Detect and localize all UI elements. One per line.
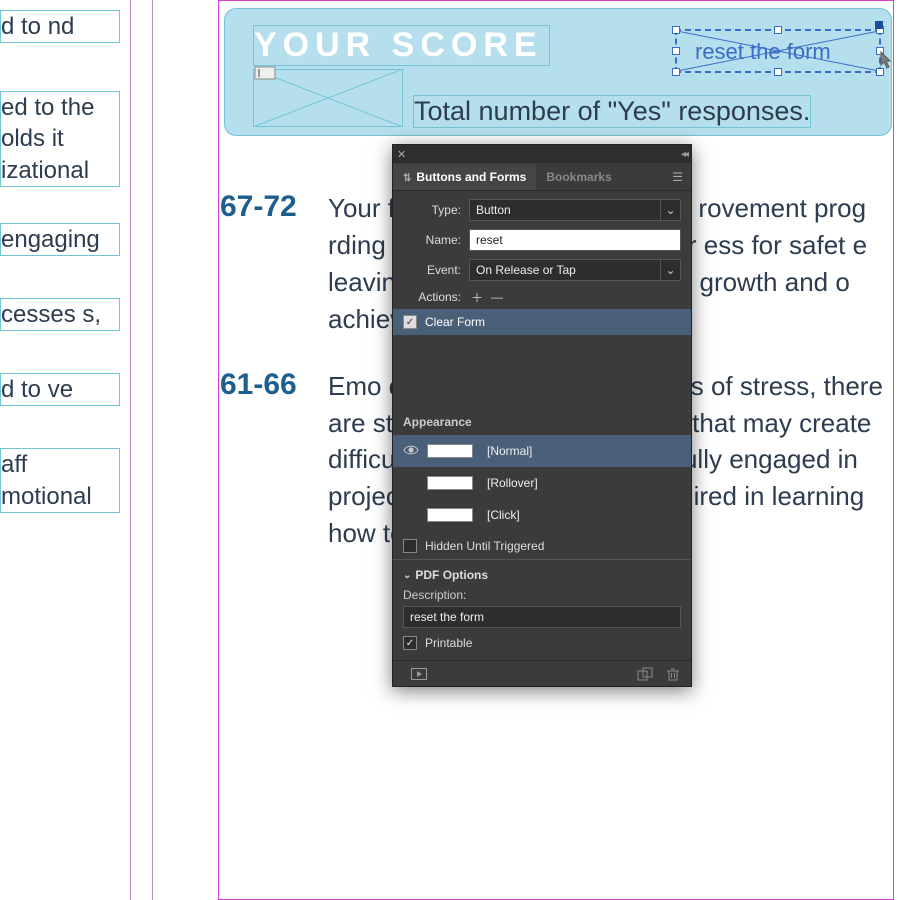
chevron-up-down-icon: ⇅: [403, 173, 411, 184]
add-action-button[interactable]: ＋: [469, 289, 485, 305]
score-range: 61-66: [220, 368, 328, 553]
actions-list[interactable]: ✓ Clear Form: [393, 309, 691, 405]
left-para: cesses s,: [0, 298, 120, 331]
event-value: On Release or Tap: [476, 263, 576, 277]
description-input[interactable]: reset the form: [403, 606, 681, 628]
score-title: YOUR SCORE: [253, 25, 550, 66]
pdf-options-label: PDF Options: [415, 568, 488, 582]
panel-menu-icon[interactable]: ☰: [672, 170, 683, 184]
appearance-state-rollover[interactable]: [Rollover]: [393, 467, 691, 499]
left-para: d to nd: [0, 10, 120, 43]
appearance-state-normal[interactable]: [Normal]: [393, 435, 691, 467]
left-para: ed to the olds it izational: [0, 91, 120, 187]
panel-tabbar: ⇅ Buttons and Forms Bookmarks ☰: [393, 163, 691, 191]
close-icon[interactable]: ✕: [397, 148, 406, 161]
appearance-list: [Normal] [Rollover] [Click]: [393, 435, 691, 531]
tab-buttons-forms[interactable]: ⇅ Buttons and Forms: [393, 164, 536, 190]
state-swatch: [427, 508, 473, 522]
score-subtitle: Total number of "Yes" responses.: [413, 95, 811, 128]
left-para: aff motional: [0, 448, 120, 512]
type-label: Type:: [403, 203, 461, 217]
panel-footer: [393, 660, 691, 686]
state-name: [Normal]: [487, 444, 532, 458]
actions-label: Actions:: [403, 290, 461, 304]
appearance-label: Appearance: [403, 415, 681, 429]
printable-label: Printable: [425, 636, 472, 650]
reset-button-label: reset the form: [677, 31, 879, 65]
state-swatch: [427, 444, 473, 458]
type-dropdown[interactable]: Button ⌄: [469, 199, 681, 221]
printable-row[interactable]: Printable: [403, 636, 681, 650]
printable-checkbox[interactable]: [403, 636, 417, 650]
state-swatch: [427, 476, 473, 490]
event-label: Event:: [403, 263, 461, 277]
chevron-down-icon: ⌄: [403, 570, 411, 581]
description-value: reset the form: [410, 610, 484, 624]
pdf-options-header[interactable]: ⌄ PDF Options: [403, 568, 681, 582]
type-value: Button: [476, 203, 511, 217]
left-para: d to ve: [0, 373, 120, 406]
name-value: reset: [476, 233, 503, 247]
preview-icon[interactable]: [409, 665, 429, 683]
panel-titlebar[interactable]: ✕ ◂◂: [393, 145, 691, 163]
textfield-icon: [255, 67, 403, 123]
buttons-and-forms-panel[interactable]: ✕ ◂◂ ⇅ Buttons and Forms Bookmarks ☰ Typ…: [392, 144, 692, 687]
score-range: 67-72: [220, 190, 328, 338]
hidden-until-triggered-row[interactable]: Hidden Until Triggered: [403, 539, 681, 553]
name-label: Name:: [403, 233, 461, 247]
reset-button-object[interactable]: reset the form: [675, 29, 881, 73]
hidden-label: Hidden Until Triggered: [425, 539, 544, 553]
remove-action-button[interactable]: —: [489, 289, 505, 305]
description-label: Description:: [403, 588, 681, 602]
appearance-state-click[interactable]: [Click]: [393, 499, 691, 531]
event-dropdown[interactable]: On Release or Tap ⌄: [469, 259, 681, 281]
score-box: YOUR SCORE Total number of "Yes" respons…: [224, 8, 892, 136]
left-text-column: d to nd ed to the olds it izational enga…: [0, 10, 120, 545]
chevron-down-icon: ⌄: [660, 200, 680, 220]
score-placeholder-frame[interactable]: [253, 69, 403, 127]
convert-icon[interactable]: [635, 665, 655, 683]
action-item-clear-form[interactable]: ✓ Clear Form: [393, 309, 691, 335]
state-name: [Rollover]: [487, 476, 538, 490]
action-label: Clear Form: [425, 315, 485, 329]
tab-label: Buttons and Forms: [416, 170, 526, 184]
tab-bookmarks[interactable]: Bookmarks: [536, 164, 621, 190]
collapse-icon[interactable]: ◂◂: [681, 149, 687, 160]
action-enabled-checkbox[interactable]: ✓: [403, 315, 417, 329]
state-name: [Click]: [487, 508, 520, 522]
visibility-icon[interactable]: [403, 444, 427, 459]
trash-icon[interactable]: [663, 665, 683, 683]
name-input[interactable]: reset: [469, 229, 681, 251]
left-para: engaging: [0, 223, 120, 256]
pointer-cursor-icon: [875, 49, 897, 71]
chevron-down-icon: ⌄: [660, 260, 680, 280]
hidden-checkbox[interactable]: [403, 539, 417, 553]
